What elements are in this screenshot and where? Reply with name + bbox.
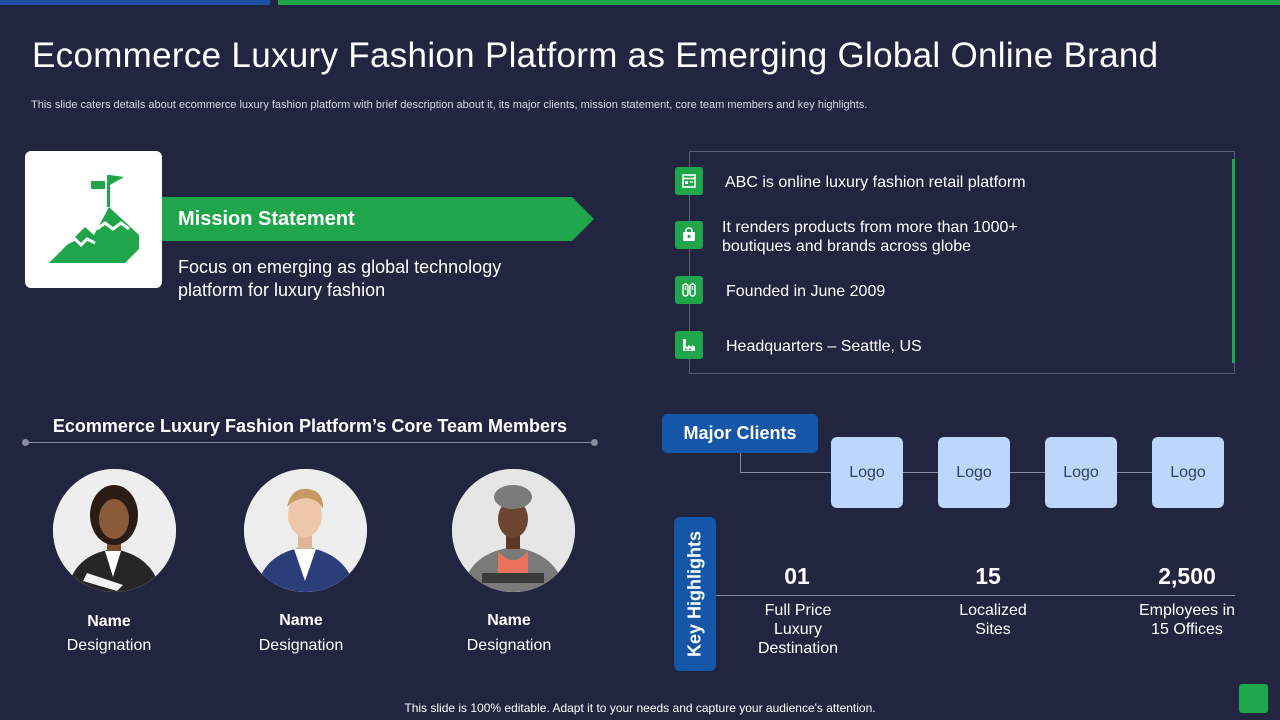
fact-headquarters: Headquarters – Seattle, US — [726, 338, 922, 355]
client-logo: Logo — [831, 437, 903, 508]
highlight-description: Localized Sites — [918, 601, 1068, 639]
fact-platform: ABC is online luxury fashion retail plat… — [725, 174, 1026, 191]
highlight-desc-line: Luxury — [773, 621, 823, 638]
key-highlights-text: Key Highlights — [684, 530, 705, 658]
fact-products-line1: It renders products from more than 1000+ — [722, 219, 1018, 236]
team-section-title: Ecommerce Luxury Fashion Platform’s Core… — [52, 416, 568, 436]
team-member-designation: Designation — [258, 637, 344, 654]
browser-icon — [675, 167, 703, 195]
mission-banner: Mission Statement — [162, 197, 594, 241]
highlight-value: 01 — [784, 563, 810, 589]
team-member-name: Name — [87, 613, 131, 630]
team-member-photo — [244, 469, 367, 592]
flip-flops-icon — [675, 276, 703, 304]
highlight-desc-line: Destination — [757, 640, 839, 657]
team-member-name: Name — [279, 612, 323, 629]
client-logo: Logo — [938, 437, 1010, 508]
highlight-value: 2,500 — [1158, 563, 1216, 589]
fact-founded: Founded in June 2009 — [726, 283, 886, 300]
team-member-photo — [452, 469, 575, 592]
client-logo: Logo — [1152, 437, 1224, 508]
top-accent-bar-green — [278, 0, 1280, 5]
top-accent-bar-blue — [0, 0, 270, 5]
mission-heading: Mission Statement — [178, 208, 355, 230]
mission-icon-card — [25, 151, 162, 288]
mountain-flag-icon — [49, 175, 139, 263]
highlights-divider — [716, 595, 1235, 596]
fact-products-line2: boutiques and brands across globe — [722, 238, 972, 255]
team-member-designation: Designation — [66, 637, 152, 654]
slide-title: Ecommerce Luxury Fashion Platform as Eme… — [32, 36, 1159, 75]
team-member-photo — [53, 469, 176, 592]
team-member-designation: Designation — [466, 637, 552, 654]
facts-accent-bar — [1232, 159, 1235, 363]
mission-body: Focus on emerging as global technology p… — [178, 257, 502, 300]
highlight-desc-line: Sites — [975, 621, 1011, 638]
team-member-name: Name — [487, 612, 531, 629]
highlight-desc-line: Localized — [959, 602, 1027, 619]
client-logo: Logo — [1045, 437, 1117, 508]
team-divider-dot-right — [591, 439, 598, 446]
slide-subtitle: This slide caters details about ecommerc… — [31, 99, 868, 111]
highlight-description: Employees in 15 Offices — [1112, 601, 1262, 639]
highlight-value: 15 — [975, 563, 1001, 589]
highlight-desc-line: Full Price — [764, 602, 832, 619]
shopping-bag-icon — [675, 221, 703, 249]
key-highlights-label: Key Highlights — [674, 517, 716, 671]
footer-note: This slide is 100% editable. Adapt it to… — [404, 701, 876, 715]
team-divider — [25, 442, 595, 443]
corner-square — [1239, 684, 1268, 713]
highlight-description: Full Price Luxury Destination — [723, 601, 873, 658]
highlight-desc-line: 15 Offices — [1151, 621, 1223, 638]
highlight-desc-line: Employees in — [1138, 602, 1236, 619]
factory-icon — [675, 331, 703, 359]
clients-connector — [740, 453, 741, 473]
major-clients-label: Major Clients — [662, 414, 818, 453]
team-divider-dot-left — [22, 439, 29, 446]
